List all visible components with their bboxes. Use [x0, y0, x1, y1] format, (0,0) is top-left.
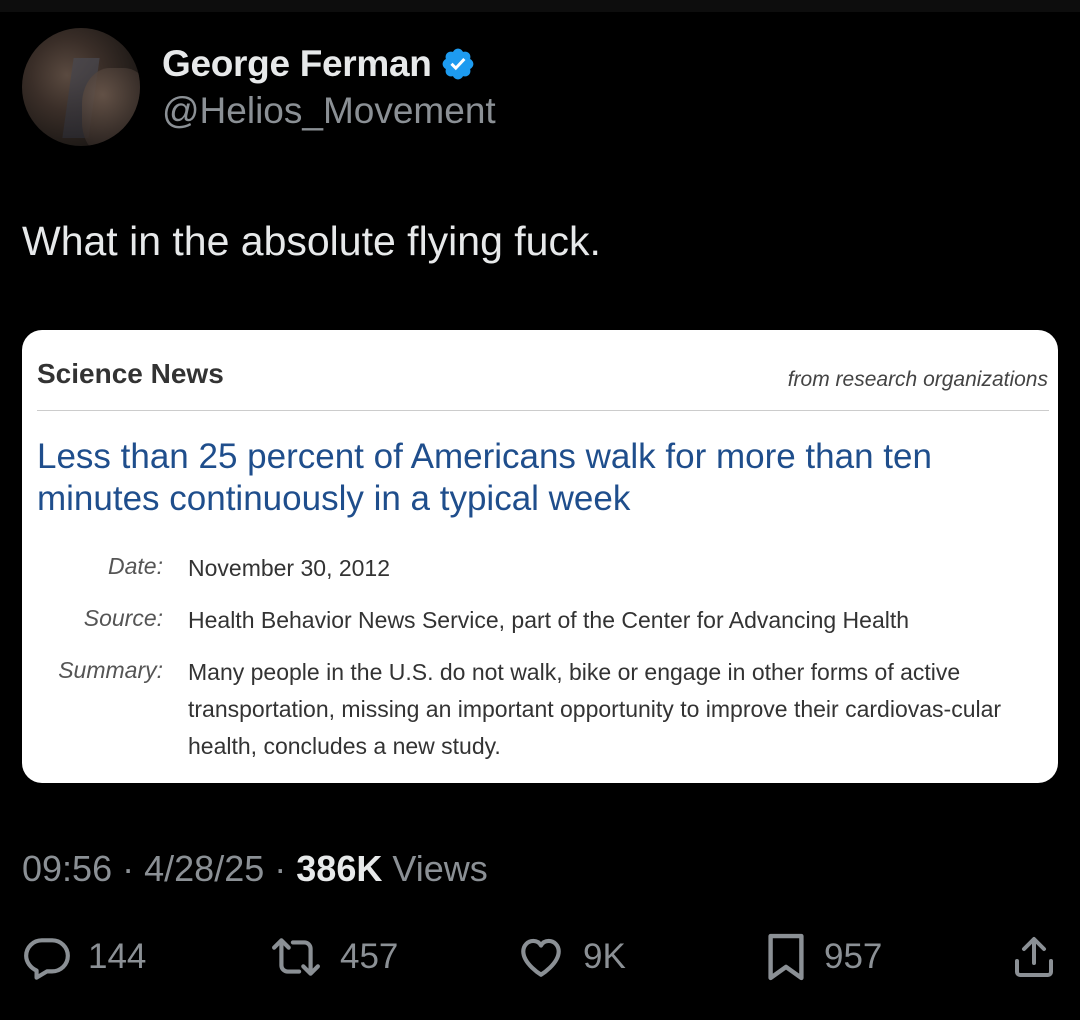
tweet-text: What in the absolute flying fuck. [22, 218, 601, 264]
summary-value: Many people in the U.S. do not walk, bik… [188, 659, 1002, 759]
like-button[interactable]: 9K [515, 925, 626, 989]
summary-label: Summary: [58, 657, 163, 683]
share-icon [1010, 932, 1058, 982]
date-value: November 30, 2012 [188, 555, 391, 581]
repost-button[interactable]: 457 [268, 925, 398, 989]
repost-count: 457 [340, 937, 399, 976]
reply-count: 144 [88, 937, 147, 976]
date-label: Date: [108, 553, 163, 579]
action-bar: 144 457 9K 957 [0, 925, 1080, 989]
source-label: Source: [83, 605, 163, 631]
card-tagline: from research organizations [787, 368, 1048, 391]
card-divider [37, 410, 1049, 411]
author-display-name[interactable]: George Ferman [162, 43, 432, 85]
tweet-time[interactable]: 09:56 [22, 848, 112, 890]
card-headline[interactable]: Less than 25 percent of Americans walk f… [37, 436, 1037, 520]
views-count[interactable]: 386K [296, 848, 382, 890]
share-button[interactable] [1010, 925, 1058, 989]
tweet-date[interactable]: 4/28/25 [144, 848, 264, 890]
meta-separator: · [122, 848, 135, 889]
card-brand: Science News [37, 358, 224, 389]
meta-separator: · [274, 848, 287, 889]
repost-icon [268, 932, 324, 982]
like-count: 9K [583, 937, 626, 976]
bookmark-icon [764, 930, 808, 984]
views-label: Views [392, 848, 488, 889]
bookmark-count: 957 [824, 937, 883, 976]
top-bar [0, 0, 1080, 12]
author-handle[interactable]: @Helios_Movement [162, 90, 496, 132]
reply-button[interactable]: 144 [22, 925, 146, 989]
avatar-shadow [82, 68, 140, 146]
verified-badge-icon[interactable] [440, 46, 476, 82]
reply-icon [22, 932, 72, 982]
heart-icon [515, 932, 567, 982]
author-name-row: George Ferman [162, 40, 476, 88]
avatar[interactable] [22, 28, 140, 146]
source-value: Health Behavior News Service, part of th… [188, 607, 910, 633]
tweet-meta: 09:56 · 4/28/25 · 386K Views [22, 846, 488, 892]
link-card[interactable]: Science News from research organizations… [22, 330, 1058, 783]
bookmark-button[interactable]: 957 [764, 925, 882, 989]
